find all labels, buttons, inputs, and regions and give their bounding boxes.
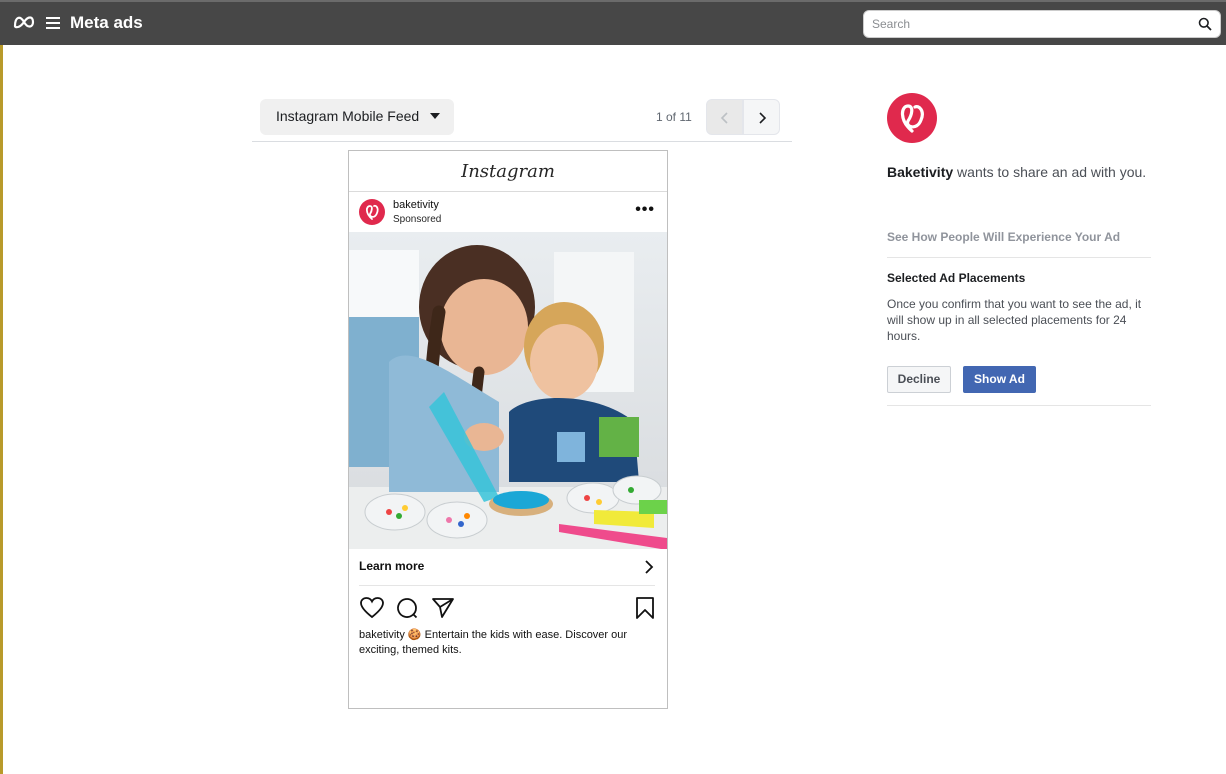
divider — [887, 405, 1151, 406]
menu-icon[interactable] — [46, 17, 60, 29]
chevron-right-icon[interactable] — [643, 559, 655, 575]
instagram-header: Instagram — [349, 151, 667, 192]
window-edge — [0, 0, 3, 774]
caret-down-icon — [430, 113, 440, 119]
share-icon[interactable] — [431, 596, 455, 620]
avatar[interactable] — [359, 199, 385, 225]
post-header: baketivity Sponsored ••• — [349, 192, 667, 232]
baketivity-logo-icon — [365, 204, 379, 220]
cta-divider — [359, 585, 655, 586]
bookmark-icon[interactable] — [635, 596, 655, 620]
more-options-icon[interactable]: ••• — [635, 201, 655, 219]
ad-caption: baketivity 🍪 Entertain the kids with eas… — [359, 628, 659, 658]
divider — [887, 257, 1151, 258]
comment-icon[interactable] — [395, 596, 419, 620]
instagram-wordmark: Instagram — [461, 161, 555, 182]
preview-divider — [252, 141, 792, 142]
selected-placements-title: Selected Ad Placements — [887, 271, 1026, 285]
chevron-right-icon — [759, 112, 767, 124]
cta-learn-more[interactable]: Learn more — [359, 559, 424, 573]
top-bar: Meta ads — [0, 0, 1226, 45]
search-input[interactable] — [870, 16, 1194, 32]
ad-image[interactable] — [349, 232, 667, 549]
pager-count: 1 of 11 — [656, 110, 692, 124]
see-how-heading: See How People Will Experience Your Ad — [887, 230, 1121, 244]
chevron-left-icon — [720, 112, 728, 124]
placement-dropdown[interactable]: Instagram Mobile Feed — [260, 99, 454, 135]
share-suffix: wants to share an ad with you. — [953, 164, 1147, 180]
placement-label: Instagram Mobile Feed — [276, 108, 420, 124]
show-ad-button[interactable]: Show Ad — [963, 366, 1036, 393]
baketivity-logo-icon — [900, 104, 924, 133]
app-title: Meta ads — [70, 13, 143, 32]
next-button[interactable] — [743, 99, 780, 135]
like-icon[interactable] — [359, 596, 385, 620]
selected-placements-description: Once you confirm that you want to see th… — [887, 297, 1142, 343]
ad-preview-frame: Instagram baketivity Sponsored ••• Learn… — [348, 150, 668, 709]
caption-account[interactable]: baketivity — [359, 629, 405, 641]
decline-button[interactable]: Decline — [887, 366, 951, 393]
search-icon[interactable] — [1198, 17, 1212, 31]
share-message: Baketivity wants to share an ad with you… — [887, 164, 1146, 180]
advertiser-name: Baketivity — [887, 164, 954, 180]
account-name[interactable]: baketivity — [393, 199, 439, 211]
advertiser-logo — [887, 93, 937, 143]
previous-button[interactable] — [706, 99, 743, 135]
meta-logo-icon[interactable] — [12, 11, 36, 33]
sponsored-label: Sponsored — [393, 214, 442, 225]
search-box[interactable] — [863, 10, 1221, 38]
